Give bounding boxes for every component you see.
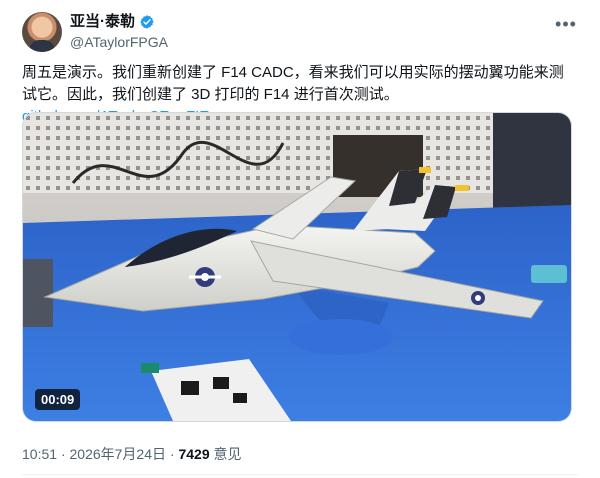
meta-separator: ·	[60, 446, 66, 462]
video-player[interactable]: 00:09	[22, 112, 572, 422]
video-frame	[23, 113, 571, 421]
stand-base	[289, 319, 393, 355]
post-meta: 10:51 · 2026年7月24日 · 7429 意见	[22, 444, 242, 464]
verified-badge-icon	[140, 15, 154, 29]
avatar-shirt	[29, 40, 55, 52]
author-display-name[interactable]: 亚当·泰勒	[70, 12, 135, 32]
post-divider	[22, 474, 578, 475]
post-header: 亚当·泰勒 @ATaylorFPGA •••	[22, 12, 578, 52]
post-body: 周五是演示。我们重新创建了 F14 CADC，看来我们可以用实际的摆动翼功能来测…	[22, 64, 564, 103]
post-time[interactable]: 10:51	[22, 446, 57, 462]
post-date[interactable]: 2026年7月24日	[70, 446, 167, 462]
right-cable-module	[531, 265, 567, 283]
more-horizontal-icon[interactable]: •••	[554, 12, 578, 36]
author-handle[interactable]: @ATaylorFPGA	[70, 33, 168, 51]
left-device	[23, 259, 53, 327]
video-duration: 00:09	[35, 389, 81, 410]
user-avatar[interactable]	[22, 12, 62, 52]
meta-separator-2: ·	[169, 446, 175, 462]
view-count: 7429	[178, 446, 210, 462]
view-label: 意见	[213, 446, 242, 462]
author-name-row[interactable]: 亚当·泰勒	[70, 12, 155, 32]
pegboard	[23, 113, 571, 193]
